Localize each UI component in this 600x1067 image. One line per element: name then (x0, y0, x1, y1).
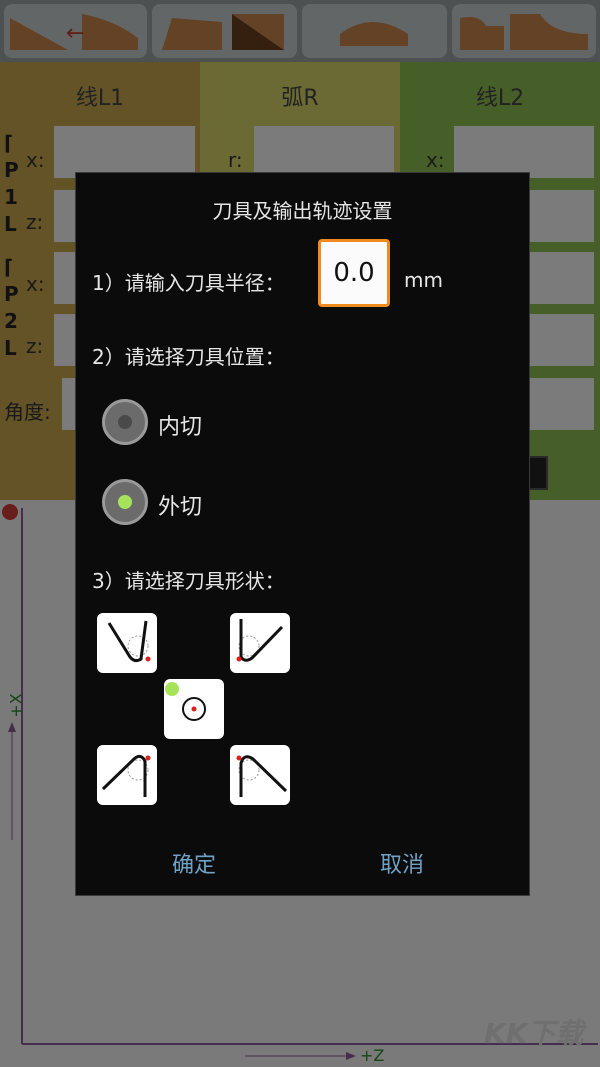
tool-shape-center[interactable] (164, 679, 224, 739)
confirm-button[interactable]: 确定 (172, 847, 216, 879)
step3-label: 3）请选择刀具形状： (92, 569, 285, 593)
tool-settings-dialog: 刀具及输出轨迹设置 1）请输入刀具半径： 0.0 mm 2）请选择刀具位置： 内… (75, 172, 530, 896)
tool-corner-top-right-icon (236, 755, 288, 797)
option-inner-cut-label[interactable]: 内切 (158, 409, 202, 441)
step2-label: 2）请选择刀具位置： (92, 345, 285, 369)
radio-outer-dot (118, 495, 132, 509)
tool-shape-bottom-left[interactable] (97, 613, 157, 673)
cancel-button[interactable]: 取消 (380, 847, 424, 879)
radius-unit: mm (404, 268, 443, 292)
tool-corner-bottom-left-icon (107, 620, 151, 663)
step1-label: 1）请输入刀具半径： (92, 271, 285, 295)
tool-corner-top-left-icon (101, 754, 151, 797)
radio-inner-dot (118, 415, 132, 429)
tool-radius-input[interactable]: 0.0 (318, 239, 390, 307)
tool-shape-bottom-right[interactable] (230, 613, 290, 673)
selected-shape-indicator (165, 682, 179, 696)
tool-shape-top-right[interactable] (230, 745, 290, 805)
tool-corner-bottom-right-icon (236, 619, 284, 662)
option-outer-cut-label[interactable]: 外切 (158, 489, 202, 521)
dialog-title: 刀具及输出轨迹设置 (212, 199, 393, 223)
tool-shape-top-left[interactable] (97, 745, 157, 805)
radio-inner-cut[interactable] (102, 399, 148, 445)
radio-outer-cut[interactable] (102, 479, 148, 525)
